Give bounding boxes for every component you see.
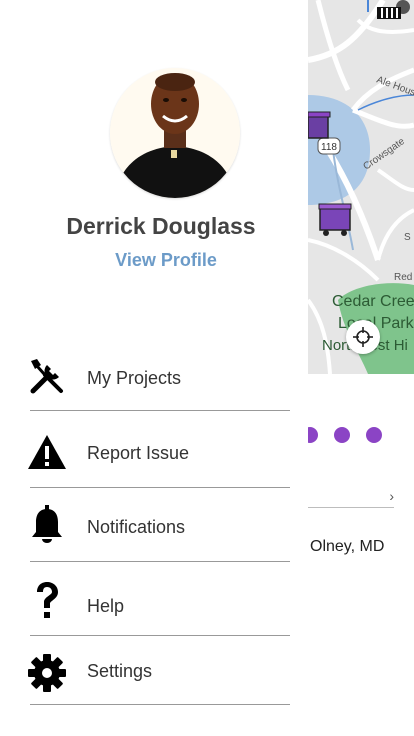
page-dot[interactable] xyxy=(334,427,350,443)
menu-item-notifications[interactable]: Notifications xyxy=(0,488,308,562)
svg-text:S: S xyxy=(404,232,411,243)
avatar[interactable] xyxy=(110,68,240,198)
menu-item-my-projects[interactable]: My Projects xyxy=(0,342,308,411)
view-profile-link[interactable]: View Profile xyxy=(0,250,332,271)
divider xyxy=(30,704,290,705)
menu-item-label: Help xyxy=(87,596,125,616)
bell-icon xyxy=(26,503,68,545)
tools-icon xyxy=(26,356,68,398)
navigation-drawer: Derrick Douglass View Profile My Project… xyxy=(0,0,308,736)
locate-button[interactable] xyxy=(346,320,380,354)
menu-item-report-issue[interactable]: Report Issue xyxy=(0,411,308,488)
drawer-menu: My Projects Report Issue Notifications H… xyxy=(0,342,308,705)
page-dot[interactable] xyxy=(366,427,382,443)
battery-icon xyxy=(377,7,401,19)
page-indicator xyxy=(302,427,382,443)
gear-icon xyxy=(26,652,68,694)
svg-text:118: 118 xyxy=(321,142,337,153)
menu-item-label: Report Issue xyxy=(87,443,190,463)
map-view[interactable]: 118 Ale House Crowsgate Cedar Cree Local… xyxy=(308,0,414,374)
crosshair-icon xyxy=(353,327,373,347)
question-icon xyxy=(26,579,68,621)
menu-item-label: My Projects xyxy=(87,368,182,388)
menu-item-settings[interactable]: Settings xyxy=(0,636,308,705)
background-list-row[interactable]: › xyxy=(308,480,394,508)
profile-name: Derrick Douglass xyxy=(66,213,256,239)
menu-item-label: Notifications xyxy=(87,517,186,537)
warning-icon xyxy=(26,431,68,473)
menu-item-label: Settings xyxy=(87,661,153,681)
chevron-right-icon: › xyxy=(389,488,394,504)
menu-item-help[interactable]: Help xyxy=(0,562,308,636)
svg-text:Red: Red xyxy=(394,272,412,283)
location-text: Olney, MD xyxy=(310,538,385,555)
svg-text:Cedar Cree: Cedar Cree xyxy=(332,293,414,310)
